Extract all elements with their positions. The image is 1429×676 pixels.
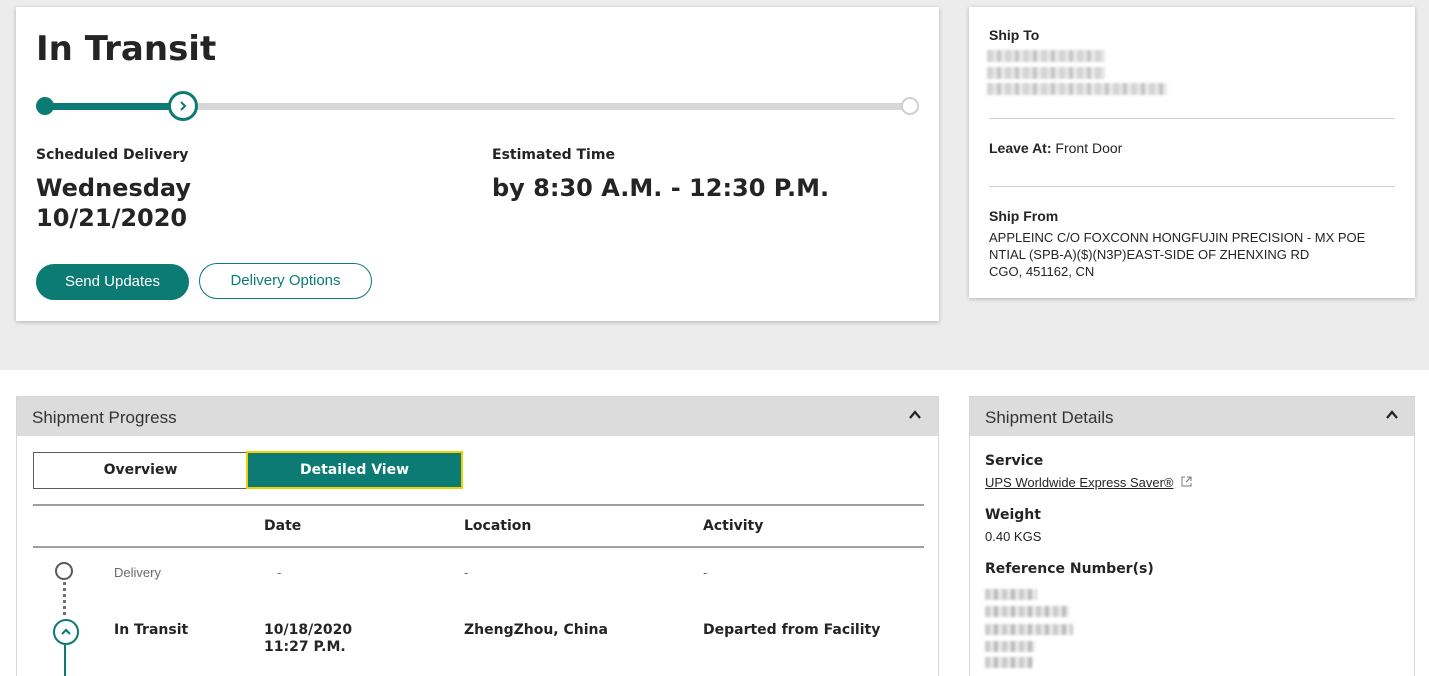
weight-label: Weight	[985, 507, 1041, 523]
scheduled-day: Wednesday	[36, 174, 192, 202]
row-date: 10/18/2020	[264, 622, 353, 638]
reference-redacted-line	[985, 606, 1069, 617]
tab-overview[interactable]: Overview	[33, 452, 248, 489]
reference-redacted-line	[985, 657, 1033, 668]
shipment-progress-panel: Shipment Progress Overview Detailed View…	[16, 396, 939, 676]
ship-to-redacted-line	[987, 50, 1105, 62]
external-link-icon[interactable]	[1181, 476, 1192, 487]
progress-end-dot	[901, 97, 919, 115]
shipment-progress-header[interactable]: Shipment Progress	[17, 397, 938, 436]
table-header-rule	[33, 546, 924, 548]
timeline-current-marker[interactable]	[53, 619, 79, 645]
reference-label: Reference Number(s)	[985, 561, 1154, 577]
estimated-time: by 8:30 A.M. - 12:30 P.M.	[492, 174, 830, 202]
status-title: In Transit	[36, 29, 217, 69]
ship-card: Ship To Leave At: Front Door Ship From A…	[969, 7, 1415, 298]
send-updates-button[interactable]: Send Updates	[36, 264, 189, 300]
service-label: Service	[985, 453, 1044, 469]
leave-at-label: Leave At:	[989, 140, 1052, 156]
ship-from-line: NTIAL (SPB-A)($)(N3P)EAST-SIDE OF ZHENXI…	[989, 247, 1310, 262]
reference-redacted-line	[985, 624, 1073, 635]
weight-value: 0.40 KGS	[985, 529, 1042, 544]
progress-start-dot	[36, 97, 54, 115]
row-status: Delivery	[114, 565, 161, 580]
row-location: ZhengZhou, China	[464, 622, 608, 638]
leave-at: Leave At: Front Door	[989, 140, 1122, 156]
shipment-details-header[interactable]: Shipment Details	[970, 397, 1414, 436]
ship-from-line: CGO, 451162, CN	[989, 264, 1095, 279]
row-date: -	[277, 565, 282, 580]
shipment-details-panel: Shipment Details Service UPS Worldwide E…	[969, 396, 1415, 676]
table-top-rule	[33, 504, 924, 506]
tab-detailed-view[interactable]: Detailed View	[246, 451, 463, 489]
chevron-up-icon[interactable]	[909, 409, 921, 421]
leave-at-value: Front Door	[1055, 140, 1123, 156]
estimated-time-label: Estimated Time	[492, 147, 615, 163]
divider	[989, 118, 1395, 119]
progress-fill	[44, 103, 183, 110]
chevron-up-icon[interactable]	[1386, 409, 1398, 421]
chevron-right-icon	[179, 101, 186, 111]
column-header-location: Location	[464, 518, 532, 534]
shipment-progress-title: Shipment Progress	[32, 408, 177, 427]
ship-to-redacted-line	[987, 67, 1105, 79]
ship-to-label: Ship To	[989, 27, 1040, 43]
reference-redacted-line	[985, 589, 1037, 600]
timeline-dotted-connector	[63, 582, 66, 617]
ship-to-redacted-line	[987, 83, 1167, 95]
column-header-activity: Activity	[703, 518, 764, 534]
chevron-up-icon	[61, 628, 71, 635]
ship-from-line: APPLEINC C/O FOXCONN HONGFUJIN PRECISION…	[989, 230, 1366, 245]
service-row: UPS Worldwide Express Saver®	[985, 475, 1192, 490]
column-header-date: Date	[264, 518, 302, 534]
timeline-solid-connector	[64, 645, 66, 676]
scheduled-delivery-label: Scheduled Delivery	[36, 147, 189, 163]
service-link[interactable]: UPS Worldwide Express Saver®	[985, 475, 1174, 490]
shipment-details-title: Shipment Details	[985, 408, 1114, 427]
timeline-empty-dot	[55, 562, 73, 580]
row-activity: -	[703, 565, 708, 580]
status-card: In Transit Scheduled Delivery Wednesday …	[16, 7, 939, 321]
progress-current-marker	[167, 91, 198, 121]
scheduled-date: 10/21/2020	[36, 204, 188, 232]
row-status: In Transit	[114, 622, 189, 638]
reference-redacted-line	[985, 641, 1035, 652]
divider	[989, 186, 1395, 187]
row-time: 11:27 P.M.	[264, 639, 346, 655]
row-location: -	[464, 565, 469, 580]
ship-from-label: Ship From	[989, 208, 1059, 224]
delivery-options-button[interactable]: Delivery Options	[199, 263, 372, 299]
row-activity: Departed from Facility	[703, 622, 881, 638]
